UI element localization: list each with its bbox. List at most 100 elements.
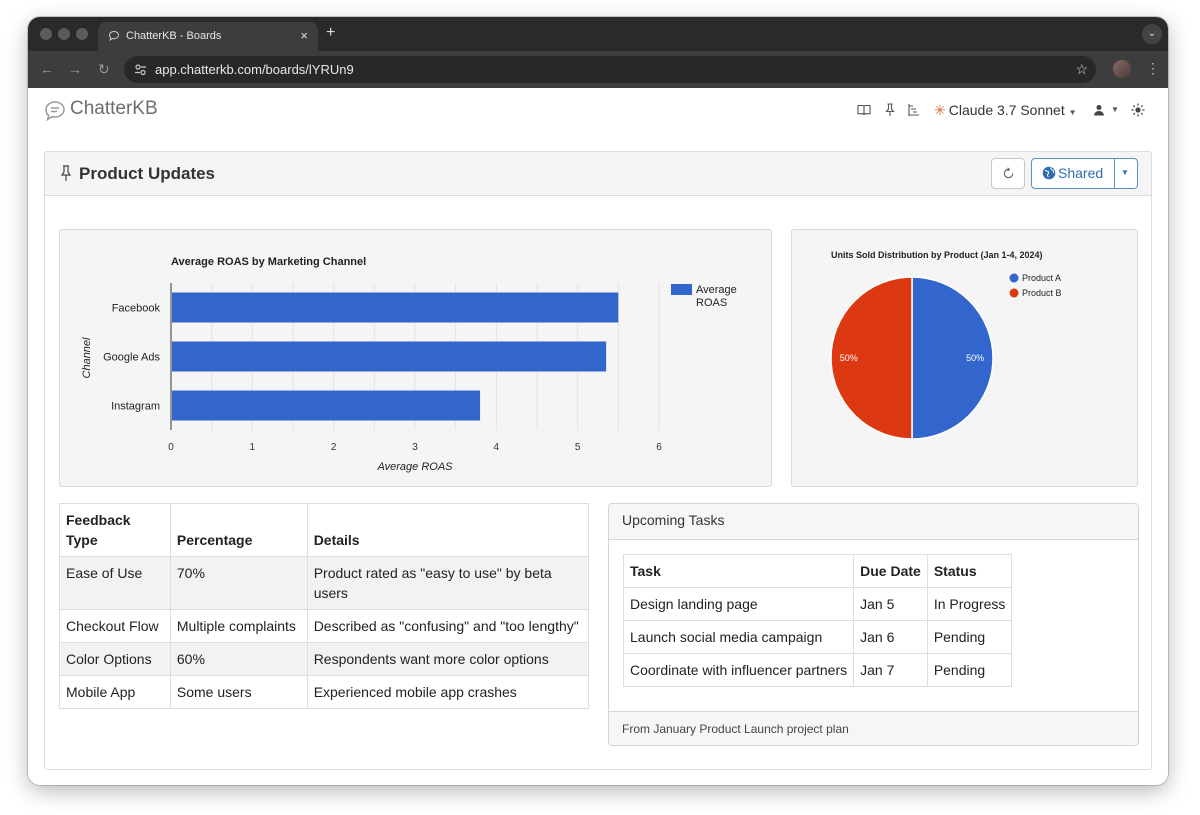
bar-chart-title: Average ROAS by Marketing Channel [171,256,366,268]
pie-slice-label: 50% [966,353,984,363]
chevron-down-icon: ▼ [1068,108,1077,117]
reload-icon[interactable]: ↻ [98,61,110,77]
browser-menu-icon[interactable]: ⋮ [1146,60,1160,76]
model-selector[interactable]: ✳ Claude 3.7 Sonnet ▼ [934,102,1077,119]
app-content: ChatterKB ✳ Claude 3.7 Sonnet ▼ ▼ Produc… [28,88,1168,785]
pin-icon[interactable] [883,103,897,117]
tasks-title: Upcoming Tasks [622,512,725,528]
legend-label: Average ROAS [696,284,737,309]
table-cell: Jan 7 [853,653,928,687]
x-tick-label: 1 [250,442,256,453]
sun-icon[interactable] [1131,103,1145,117]
table-cell: Pending [926,620,1013,654]
user-menu-chevron-icon[interactable]: ▼ [1111,105,1119,114]
tasks-source-note: From January Product Launch project plan [622,722,849,736]
table-cell: Checkout Flow [59,609,171,643]
tab-title: ChatterKB - Boards [126,30,222,42]
tab-close-icon[interactable]: × [300,28,308,43]
x-tick-label: 5 [575,442,581,453]
bar-facebook[interactable] [172,292,619,323]
share-dropdown: Shared ▼ [1031,158,1138,189]
flow-icon[interactable] [907,103,921,117]
bookmark-star-icon[interactable]: ☆ [1075,61,1088,78]
column-header: Status [926,554,1013,588]
bar-chart-ylabel: Channel [81,337,93,379]
table-cell: Coordinate with influencer partners [622,653,855,687]
new-tab-button[interactable]: + [326,25,335,41]
tab-bar: ChatterKB - Boards × + ⌄ [28,17,1168,51]
table-cell: Jan 6 [853,620,928,654]
table-cell: 70% [169,556,308,610]
category-label: Google Ads [103,352,160,364]
browser-window: ChatterKB - Boards × + ⌄ ← → ↻ app.chatt… [28,17,1168,785]
task-row: Design landing page Jan 5 In Progress [622,587,1013,621]
site-settings-icon[interactable] [134,63,147,76]
table-cell: Jan 5 [853,587,928,621]
x-tick-label: 2 [331,442,337,453]
feedback-row: Mobile App Some users Experienced mobile a… [59,675,590,709]
table-cell: Multiple complaints [169,609,308,643]
bar-chart-xlabel: Average ROAS [376,461,453,473]
table-cell: In Progress [926,587,1013,621]
logo-text: ChatterKB [70,98,158,119]
bar-chart: Average ROAS by Marketing Channel Channe… [81,256,737,473]
back-icon[interactable]: ← [40,61,54,77]
bar-google-ads[interactable] [172,341,607,372]
table-cell: Launch social media campaign [622,620,855,654]
book-icon[interactable] [857,103,871,117]
table-cell: Described as "confusing" and "too length… [306,609,590,643]
tasks-footer: From January Product Launch project plan [609,711,1138,745]
column-header: Due Date [853,554,928,588]
table-cell: Respondents want more color options [306,642,590,676]
table-cell: Pending [926,653,1013,687]
minimize-window-button[interactable] [58,28,70,40]
table-cell: Some users [169,675,308,709]
legend-dot [1009,273,1019,283]
table-cell: Mobile App [59,675,171,709]
profile-avatar[interactable] [1113,60,1131,78]
table-cell: Product rated as "easy to use" by beta u… [306,556,590,610]
column-header: Percentage [169,503,308,557]
x-tick-label: 6 [656,442,662,453]
url-field[interactable]: app.chatterkb.com/boards/lYRUn9 ☆ [124,56,1096,83]
board-header: Product Updates Shared ▼ [45,152,1151,196]
legend-dot [1009,288,1019,298]
column-header: Details [306,503,590,557]
chat-bubble-icon [108,30,120,42]
share-chevron-down-icon[interactable]: ▼ [1121,168,1129,177]
header-row: Task Due Date Status [622,554,1013,588]
tasks-header: Upcoming Tasks [609,504,1138,540]
feedback-row: Checkout Flow Multiple complaints Describe… [59,609,590,643]
forward-icon[interactable]: → [68,61,82,77]
header-row: Feedback Type Percentage Details [59,503,590,557]
zoom-window-button[interactable] [76,28,88,40]
upcoming-tasks-card: Upcoming Tasks Task Due Date Status Design … [608,503,1139,746]
tab-search-button[interactable]: ⌄ [1142,24,1162,44]
table-cell: 60% [169,642,308,676]
x-tick-label: 3 [412,442,418,453]
table-cell: Design landing page [622,587,855,621]
table-cell: Ease of Use [59,556,171,610]
globe-icon [1042,166,1056,180]
legend-swatch [671,284,692,295]
refresh-button[interactable] [991,158,1025,189]
table-cell: Experienced mobile app crashes [306,675,590,709]
category-label: Instagram [111,401,160,413]
shared-label: Shared [1058,165,1104,181]
bar-instagram[interactable] [172,390,481,421]
browser-tab[interactable]: ChatterKB - Boards × [98,22,318,51]
x-tick-label: 4 [494,442,500,453]
category-label: Facebook [112,303,161,315]
feedback-row: Ease of Use 70% Product rated as "easy to … [59,556,590,610]
shared-button[interactable]: Shared [1032,159,1115,188]
legend-label: Product B [1022,288,1062,298]
model-label: Claude 3.7 Sonnet [948,102,1065,118]
close-window-button[interactable] [40,28,52,40]
task-row: Launch social media campaign Jan 6 Pending [622,620,1013,654]
user-icon[interactable] [1092,103,1106,117]
pin-icon[interactable] [60,165,72,182]
legend-label: Product A [1022,273,1061,283]
feedback-row: Color Options 60% Respondents want more co… [59,642,590,676]
sparkle-icon: ✳ [934,102,946,118]
feedback-table: Feedback Type Percentage Details Ease of Us… [59,503,590,709]
